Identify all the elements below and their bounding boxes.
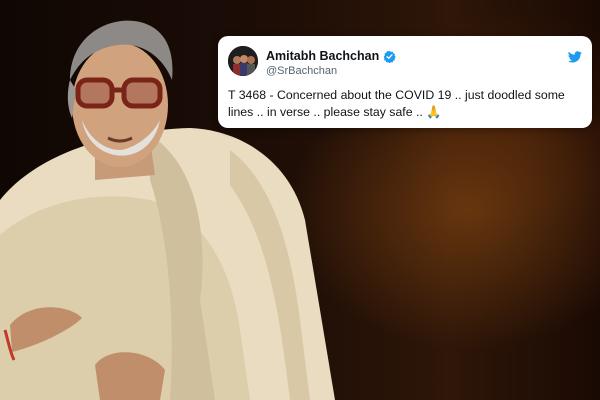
tweet-text-line-2: lines .. in verse .. please stay safe .. <box>228 105 423 119</box>
tweet-card[interactable]: Amitabh Bachchan @SrBachchan T 3468 - Co… <box>218 36 592 128</box>
twitter-bird-icon[interactable] <box>568 50 582 63</box>
tweet-text: T 3468 - Concerned about the COVID 19 ..… <box>228 87 584 121</box>
display-name[interactable]: Amitabh Bachchan <box>266 49 379 63</box>
name-row: Amitabh Bachchan <box>266 49 396 63</box>
screenshot-stage: Amitabh Bachchan @SrBachchan T 3468 - Co… <box>0 0 600 400</box>
folded-hands-emoji: 🙏 <box>426 105 442 119</box>
user-handle[interactable]: @SrBachchan <box>266 65 337 77</box>
verified-badge-icon <box>383 50 396 63</box>
avatar[interactable] <box>228 46 258 76</box>
tweet-text-line-1: T 3468 - Concerned about the COVID 19 ..… <box>228 88 565 102</box>
